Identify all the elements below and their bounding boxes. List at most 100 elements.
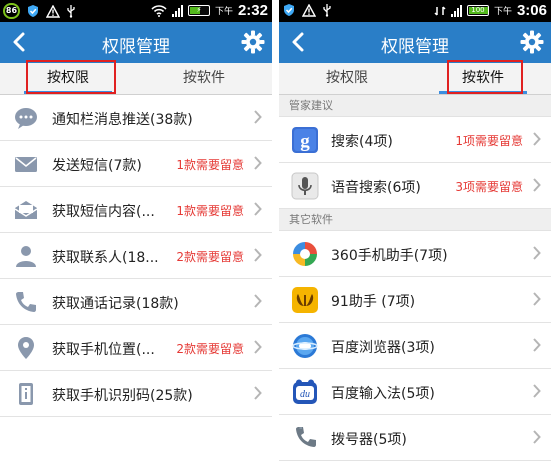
permission-list: 通知栏消息推送(38款) 发送短信(7款) 1款需要留意 获取短信内容(... … [0,95,272,417]
usb-icon [323,4,331,17]
row-label: 搜索(4项) [331,134,393,150]
phone-handset-icon [16,292,36,312]
status-ampm: 下午 [493,7,512,17]
chevron-right-icon [254,386,262,400]
list-item-dialer[interactable]: 拨号器(5项) [279,415,551,461]
chevron-right-icon [533,246,541,260]
tab-bar: 按权限 按软件 [0,63,272,95]
91-assistant-icon [292,287,318,313]
list-item-notification-push[interactable]: 通知栏消息推送(38款) [0,95,272,141]
list-item-read-sms[interactable]: 获取短信内容(... 1款需要留意 [0,187,272,233]
signal-icon [171,4,183,17]
row-label: 获取手机位置(... [52,342,155,358]
notification-count-badge: 86 [3,3,20,19]
shield-check-icon [28,5,38,17]
list-item-baidu-input[interactable]: du 百度输入法(5项) [279,369,551,415]
chevron-right-icon [254,156,262,170]
battery-icon: 100 [466,5,489,16]
section-header: 管家建议 [279,95,551,117]
envelope-open-icon [14,201,38,219]
chevron-right-icon [533,384,541,398]
warning-icon [302,3,316,17]
message-bubble-icon [15,108,37,129]
list-item-baidu-browser[interactable]: 百度浏览器(3项) [279,323,551,369]
baidu-browser-icon [292,334,318,358]
screen-divider [272,0,279,471]
list-item-360-assistant[interactable]: 360手机助手(7项) [279,231,551,277]
page-title: 权限管理 [381,37,449,57]
gear-icon[interactable] [240,29,266,55]
chevron-right-icon [254,202,262,216]
row-warning: 3项需要留意 [455,180,523,194]
page-title: 权限管理 [102,37,170,57]
360-assistant-icon [293,242,317,266]
row-label: 发送短信(7款) [52,158,142,174]
shield-check-icon [284,4,294,16]
list-item-91-assistant[interactable]: 91助手 (7项) [279,277,551,323]
list-item-contacts[interactable]: 获取联系人(18... 2款需要留意 [0,233,272,279]
sync-icon [434,5,446,16]
left-screen: 86 ⚡ 下午 2:32 权限管理 按权限 按软件 通知栏消息推送(38款) 发… [0,0,272,471]
row-label: 通知栏消息推送(38款) [52,112,193,128]
tab-by-app[interactable]: 按软件 [415,63,551,94]
tab-bar: 按权限 按软件 [279,63,551,95]
row-label: 百度输入法(5项) [331,386,435,402]
row-warning: 2款需要留意 [176,250,244,264]
status-bar: 100 下午 3:06 [279,0,551,22]
chevron-right-icon [254,294,262,308]
chevron-right-icon [533,178,541,192]
location-pin-icon [18,337,34,359]
row-label: 拨号器(5项) [331,432,407,448]
chevron-right-icon [533,338,541,352]
row-label: 360手机助手(7项) [331,248,448,264]
list-item-device-id[interactable]: 获取手机识别码(25款) [0,371,272,417]
signal-icon [450,4,462,17]
row-label: 91助手 (7项) [331,294,416,310]
row-label: 获取联系人(18... [52,250,159,266]
list-item-google-search[interactable]: g 搜索(4项) 1项需要留意 [279,117,551,163]
device-id-icon [19,383,33,405]
tab-by-app[interactable]: 按软件 [136,63,272,94]
chevron-right-icon [254,340,262,354]
list-item-call-log[interactable]: 获取通话记录(18款) [0,279,272,325]
tab-by-permission[interactable]: 按权限 [0,63,136,94]
row-label: 百度浏览器(3项) [331,340,435,356]
wifi-icon [151,4,167,17]
list-item-voice-search[interactable]: 语音搜索(6项) 3项需要留意 [279,163,551,209]
contact-person-icon [16,246,36,267]
status-time: 3:06 [516,2,547,19]
list-item-location[interactable]: 获取手机位置(... 2款需要留意 [0,325,272,371]
chevron-right-icon [533,132,541,146]
usb-icon [67,5,75,18]
row-label: 语音搜索(6项) [331,180,421,196]
status-bar: 86 ⚡ 下午 2:32 [0,0,272,22]
svg-text:g: g [300,131,310,152]
dialer-icon [296,427,316,447]
baidu-input-icon: du [293,379,317,404]
right-screen: 100 下午 3:06 权限管理 按权限 按软件 管家建议 g 搜索(4项) 1… [279,0,551,471]
gear-icon[interactable] [519,29,545,55]
row-label: 获取短信内容(... [52,204,155,220]
svg-text:du: du [300,389,310,400]
title-bar: 权限管理 [279,22,551,63]
row-warning: 1款需要留意 [176,158,244,172]
row-warning: 2款需要留意 [176,342,244,356]
chevron-right-icon [533,292,541,306]
battery-icon: ⚡ [187,5,210,16]
chevron-right-icon [254,110,262,124]
envelope-icon [15,157,37,172]
microphone-icon [291,172,319,200]
tab-by-permission[interactable]: 按权限 [279,63,415,94]
row-label: 获取手机识别码(25款) [52,388,193,404]
chevron-right-icon [533,430,541,444]
row-warning: 1项需要留意 [455,134,523,148]
row-label: 获取通话记录(18款) [52,296,179,312]
warning-icon [46,4,60,18]
chevron-right-icon [254,248,262,262]
status-time: 2:32 [237,2,268,19]
status-ampm: 下午 [214,7,233,17]
battery-level: 100 [471,6,485,14]
list-item-send-sms[interactable]: 发送短信(7款) 1款需要留意 [0,141,272,187]
section-header: 其它软件 [279,209,551,231]
title-bar: 权限管理 [0,22,272,63]
